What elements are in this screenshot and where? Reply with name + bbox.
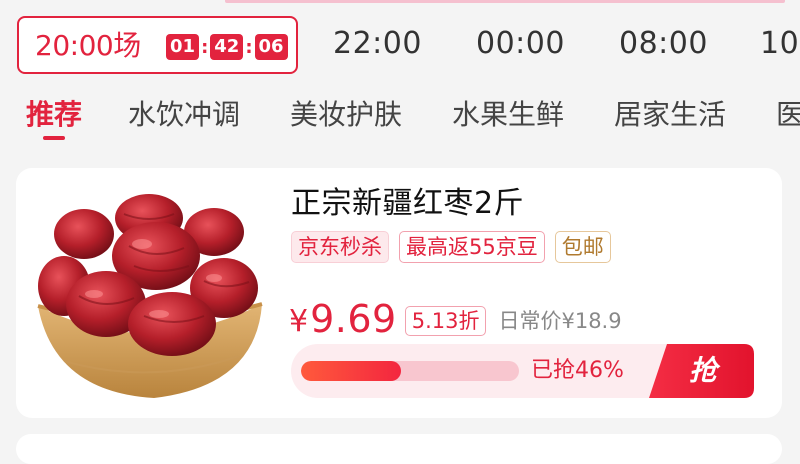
category-tabs: 推荐 水饮冲调 美妆护肤 水果生鲜 居家生活 医: [0, 92, 800, 144]
tab-recommend[interactable]: 推荐: [26, 96, 82, 134]
countdown-separator: :: [245, 36, 253, 58]
countdown-minutes: 42: [210, 34, 244, 60]
progress-fill: [301, 361, 402, 381]
session-tabs: 20:00场 01 : 42 : 06 22:00 00:00 08:00 10…: [0, 0, 800, 88]
red-dates-bowl-icon[interactable]: [24, 186, 272, 411]
session-tab-active[interactable]: 20:00场 01 : 42 : 06: [17, 16, 298, 74]
original-price: 日常价¥18.9: [498, 309, 622, 333]
tab-medical[interactable]: 医: [776, 96, 800, 134]
price-currency: ¥: [289, 304, 309, 339]
countdown-timer: 01 : 42 : 06: [166, 34, 288, 60]
session-tab[interactable]: 08:00: [619, 24, 708, 64]
tab-beauty[interactable]: 美妆护肤: [290, 96, 402, 134]
product-card[interactable]: 正宗新疆红枣2斤 京东秒杀 最高返55京豆 包邮 ¥ 9.69 5.13折 日常…: [16, 168, 782, 418]
countdown-hours: 01: [166, 34, 200, 60]
grab-button-label: 抢: [689, 354, 718, 387]
tab-home[interactable]: 居家生活: [614, 96, 726, 134]
shipping-tag: 包邮: [554, 231, 611, 263]
countdown-seconds: 06: [254, 34, 288, 60]
session-tab[interactable]: 22:00: [333, 24, 422, 64]
session-tab[interactable]: 10:: [760, 24, 800, 64]
price-value: 9.69: [310, 297, 397, 341]
progress-track: [301, 361, 519, 381]
product-tags: 京东秒杀 最高返55京豆 包邮: [291, 231, 611, 263]
next-product-card[interactable]: [16, 434, 782, 464]
tab-fresh[interactable]: 水果生鲜: [452, 96, 564, 134]
price-row: ¥ 9.69 5.13折 日常价¥18.9: [289, 294, 622, 342]
sales-progress: 已抢46% 抢: [291, 344, 754, 398]
discount-badge: 5.13折: [404, 306, 487, 336]
active-tab-indicator: [43, 136, 65, 140]
rebate-tag: 最高返55京豆: [399, 231, 545, 263]
session-time: 20:00场: [35, 29, 141, 62]
countdown-separator: :: [201, 36, 209, 58]
tab-drinks[interactable]: 水饮冲调: [128, 96, 240, 134]
sold-percentage: 已抢46%: [531, 358, 624, 383]
grab-button[interactable]: 抢: [649, 344, 754, 398]
product-title[interactable]: 正宗新疆红枣2斤: [291, 184, 524, 224]
session-tab[interactable]: 00:00: [476, 24, 565, 64]
seckill-tag: 京东秒杀: [291, 231, 389, 263]
